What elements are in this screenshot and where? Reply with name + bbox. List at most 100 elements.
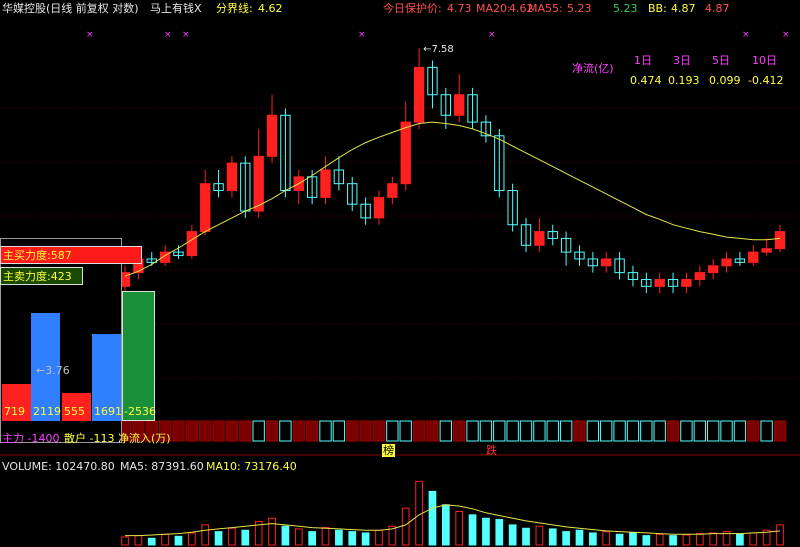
strip-bar-45 [720,420,733,442]
candle-body-22 [413,66,425,123]
strip-bar-34 [573,420,586,442]
force-bar-label-1: 2119 [33,405,61,418]
candle-body-43 [694,272,705,280]
strip-bar-28 [493,420,506,442]
strip-bar-44 [706,420,720,442]
volume-bar-19 [375,529,383,546]
volume-bar-24 [441,504,450,546]
candle-body-21 [400,121,411,185]
strip-bar-14 [305,420,319,442]
signal-mark-1: × [164,30,172,40]
strip-bar-33 [559,420,573,442]
force-bar-4 [122,291,155,421]
strip-bar-4 [172,420,185,442]
volume-bar-30 [522,527,530,546]
strip-bar-37 [613,420,626,442]
strip-bar-6 [199,420,212,442]
strip-bar-24 [439,420,452,442]
candle-body-42 [681,278,692,287]
volume-bar-49 [776,524,784,546]
strip-bar-7 [212,420,225,442]
force-bar-label-2: 555 [64,405,85,418]
strip-bar-29 [506,420,519,442]
candle-body-31 [534,231,545,246]
stock-chart-screen: 华媒控股(日线 前复权 对数) 马上有钱X 分界线: 4.62 今日保护价: 4… [0,0,800,547]
candle-body-11 [266,114,278,157]
volume-bar-23 [428,490,437,546]
volume-bar-44 [709,532,718,546]
strip-bar-9 [239,420,252,442]
volume-bar-42 [682,534,691,546]
strip-bar-21 [399,420,412,442]
candle-body-15 [320,169,331,198]
strip-bar-18 [359,420,372,442]
volume-bar-39 [642,535,651,546]
buy-force-box: 主买力度:587 [0,246,142,264]
strip-bar-16 [332,420,346,442]
volume-bar-34 [575,529,584,546]
volume-bar-8 [228,527,236,546]
volume-bar-43 [695,533,704,546]
strip-bar-17 [346,420,359,442]
strip-bar-49 [773,420,787,442]
volume-bar-15 [321,527,330,546]
signal-mark-4: × [488,30,496,40]
fall-marker: 跌 [486,444,497,457]
volume-bar-21 [401,507,410,546]
retail-label: 散户 -113 [64,432,115,445]
candle-body-47 [748,251,759,263]
volume-bar-41 [669,535,677,546]
strip-bar-20 [386,420,399,442]
bang-marker: 榜 [382,444,395,457]
volume-bar-13 [294,528,303,546]
strip-bar-36 [600,420,613,442]
strip-bar-41 [666,420,680,442]
strip-bar-31 [533,420,546,442]
candle-body-5 [186,231,198,257]
volume-bar-9 [241,529,250,546]
volume-bar-16 [335,529,343,546]
candle-body-48 [761,248,772,253]
volume-bar-6 [201,524,210,546]
volume-bar-36 [602,531,611,546]
volume-bar-25 [455,511,464,546]
volume-bar-3 [161,533,169,546]
candle-body-40 [654,278,665,287]
candle-body-10 [253,155,264,212]
volume-bar-2 [147,537,156,546]
volume-bar-28 [495,519,504,546]
force-arrow-label: ←3.76 [36,364,70,377]
peak-price-label: ←7.58 [423,44,454,55]
volume-ma5: MA5: 87391.60 [120,460,204,473]
strip-bar-13 [292,420,305,442]
candle-body-49 [774,231,786,250]
strip-bar-48 [760,420,773,442]
volume-bar-26 [468,514,477,546]
strip-bar-40 [653,420,666,442]
volume-bar-7 [214,531,223,546]
strip-bar-25 [453,420,466,442]
candle-body-6 [200,183,211,233]
volume-bar-14 [308,531,316,546]
volume-bar-5 [187,532,196,546]
strip-bar-10 [252,420,265,442]
volume-bar-32 [548,528,557,546]
volume-bar-29 [508,524,517,546]
candle-body-19 [373,196,385,219]
net-inflow-label: 净流入(万) [118,432,171,445]
signal-mark-6: × [782,30,790,40]
volume-bar-27 [482,517,490,546]
strip-bar-42 [680,420,693,442]
candle-body-45 [721,258,732,267]
volume-bar-4 [174,535,183,546]
strip-bar-12 [279,420,292,442]
strip-bar-11 [265,420,279,442]
volume-bar-33 [562,531,570,546]
candle-body-8 [226,162,238,192]
main-force-label: 主力 -1400 [2,432,60,445]
strip-bar-26 [466,420,479,442]
strip-bar-19 [372,420,386,442]
strip-bar-46 [733,420,747,442]
strip-bar-38 [626,420,640,442]
strip-bar-47 [747,420,760,442]
